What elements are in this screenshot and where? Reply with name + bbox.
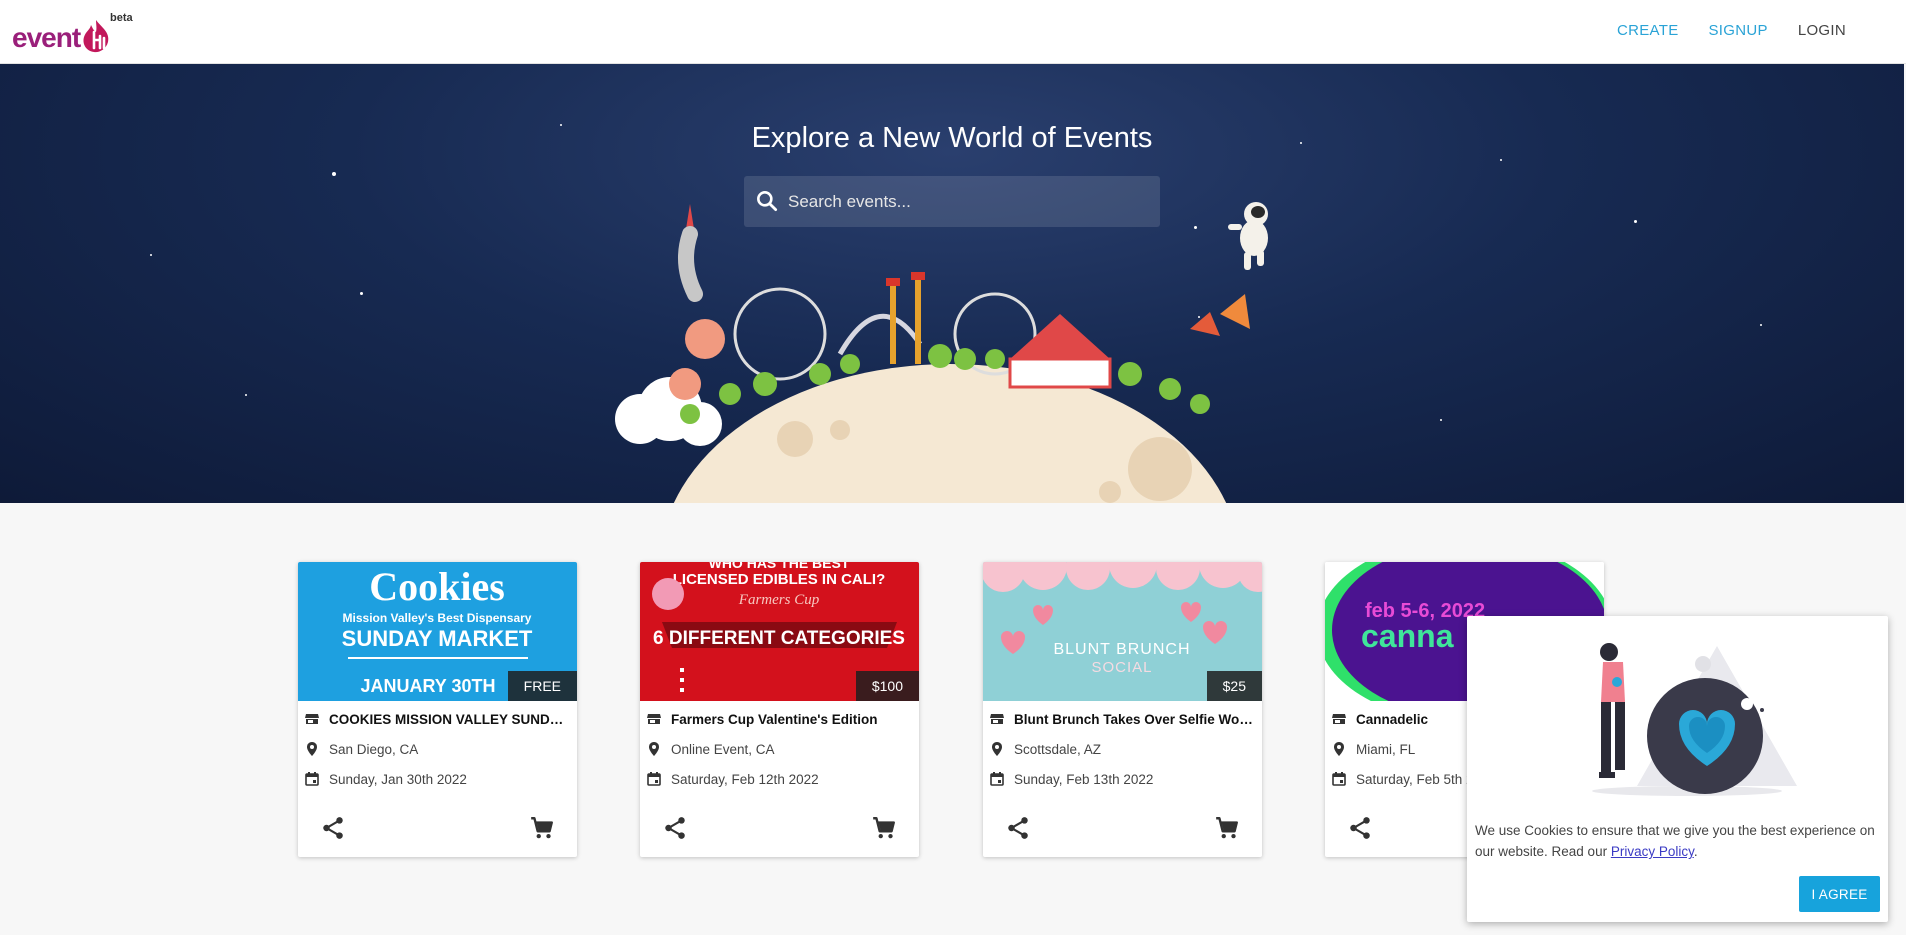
- share-icon[interactable]: [1347, 815, 1373, 841]
- event-title-row: Farmers Cup Valentine's Edition: [640, 708, 919, 730]
- map-pin-icon: [1334, 742, 1344, 756]
- price-badge: FREE: [507, 671, 577, 701]
- event-date: Saturday, Feb 12th 2022: [671, 771, 819, 787]
- cookie-period: .: [1693, 844, 1698, 859]
- event-title-row: COOKIES MISSION VALLEY SUNDAY MARKET: [298, 708, 577, 730]
- moon-carnival-illustration: [615, 204, 1250, 503]
- event-card-actions: [640, 813, 919, 843]
- event-card[interactable]: Cookies Mission Valley's Best Dispensary…: [298, 562, 577, 857]
- event-date: Sunday, Feb 13th 2022: [1014, 771, 1154, 787]
- event-image-text: Mission Valley's Best Dispensary: [343, 611, 532, 625]
- price-badge: $25: [1206, 671, 1262, 701]
- star: [332, 172, 336, 176]
- signup-link[interactable]: SIGNUP: [1709, 22, 1768, 39]
- eventhi-logo[interactable]: event beta: [12, 8, 142, 56]
- store-icon: [990, 714, 1004, 724]
- star: [150, 254, 152, 256]
- event-location: Scottsdale, AZ: [1014, 741, 1102, 757]
- event-location-row: Online Event, CA: [640, 738, 919, 760]
- hero-title: Explore a New World of Events: [751, 122, 1153, 154]
- store-icon: [647, 714, 661, 724]
- event-location-row: San Diego, CA: [298, 738, 577, 760]
- share-icon[interactable]: [320, 815, 346, 841]
- agree-button[interactable]: I AGREE: [1799, 876, 1880, 912]
- star: [1760, 324, 1762, 326]
- cookie-consent-dialog: We use Cookies to ensure that we give yo…: [1467, 616, 1888, 922]
- top-nav: CREATE SIGNUP LOGIN: [1617, 22, 1846, 39]
- logo-text: event: [12, 22, 81, 53]
- event-image-text: canna: [1361, 618, 1454, 654]
- event-image-text: BLUNT BRUNCH: [1053, 641, 1190, 658]
- login-link[interactable]: LOGIN: [1798, 22, 1846, 39]
- create-link[interactable]: CREATE: [1617, 22, 1679, 39]
- event-location: San Diego, CA: [329, 741, 419, 757]
- star: [1634, 220, 1637, 223]
- calendar-icon: [1332, 772, 1346, 786]
- event-image-text: SOCIAL: [1091, 659, 1152, 676]
- event-image-text: Cookies: [369, 564, 505, 609]
- cart-icon[interactable]: [871, 815, 897, 841]
- event-card-actions: [298, 813, 577, 843]
- event-image-text: 6 DIFFERENT CATEGORIES: [653, 628, 905, 649]
- star: [1500, 159, 1502, 161]
- star: [360, 292, 363, 295]
- share-icon[interactable]: [662, 815, 688, 841]
- calendar-icon: [990, 772, 1004, 786]
- event-image[interactable]: WHO HAS THE BEST LICENSED EDIBLES IN CAL…: [640, 562, 919, 701]
- cart-icon[interactable]: [529, 815, 555, 841]
- map-pin-icon: [992, 742, 1002, 756]
- event-card[interactable]: WHO HAS THE BEST LICENSED EDIBLES IN CAL…: [640, 562, 919, 857]
- store-icon: [305, 714, 319, 724]
- event-image[interactable]: BLUNT BRUNCH SOCIAL $25: [983, 562, 1262, 701]
- event-image[interactable]: Cookies Mission Valley's Best Dispensary…: [298, 562, 577, 701]
- store-icon: [1332, 714, 1346, 724]
- event-date-row: Saturday, Feb 12th 2022: [640, 768, 919, 790]
- beta-label: beta: [110, 12, 133, 24]
- logo-flame-icon: [83, 20, 109, 53]
- map-pin-icon: [649, 742, 659, 756]
- event-image-text: JANUARY 30TH: [360, 676, 495, 696]
- star: [1440, 419, 1442, 421]
- event-title[interactable]: COOKIES MISSION VALLEY SUNDAY MARKET: [329, 712, 569, 727]
- event-location: Online Event, CA: [671, 741, 775, 757]
- event-title[interactable]: Farmers Cup Valentine's Edition: [671, 712, 911, 727]
- event-image-text: Farmers Cup: [738, 592, 820, 608]
- calendar-icon: [305, 772, 319, 786]
- price-badge: $100: [855, 671, 919, 701]
- star: [245, 394, 247, 396]
- privacy-policy-link[interactable]: Privacy Policy: [1611, 844, 1694, 859]
- event-image-text: WHO HAS THE BEST: [709, 562, 850, 571]
- event-card-actions: [983, 813, 1262, 843]
- event-date-row: Sunday, Feb 13th 2022: [983, 768, 1262, 790]
- event-title[interactable]: Blunt Brunch Takes Over Selfie World: [1014, 712, 1254, 727]
- event-image-text: LICENSED EDIBLES IN CALI?: [673, 571, 886, 588]
- event-card[interactable]: BLUNT BRUNCH SOCIAL $25 Blunt Brunch Tak…: [983, 562, 1262, 857]
- share-icon[interactable]: [1005, 815, 1031, 841]
- cookie-message: We use Cookies to ensure that we give yo…: [1475, 820, 1880, 862]
- event-image-text: SUNDAY MARKET: [342, 626, 533, 651]
- calendar-icon: [647, 772, 661, 786]
- map-pin-icon: [307, 742, 317, 756]
- hero-banner: Explore a New World of Events: [0, 64, 1904, 503]
- cookie-illustration: [1592, 643, 1797, 796]
- top-navbar: event beta CREATE SIGNUP LOGIN: [0, 0, 1906, 64]
- event-location-row: Scottsdale, AZ: [983, 738, 1262, 760]
- cart-icon[interactable]: [1214, 815, 1240, 841]
- event-date-row: Sunday, Jan 30th 2022: [298, 768, 577, 790]
- event-title-row: Blunt Brunch Takes Over Selfie World: [983, 708, 1262, 730]
- event-date: Sunday, Jan 30th 2022: [329, 771, 467, 787]
